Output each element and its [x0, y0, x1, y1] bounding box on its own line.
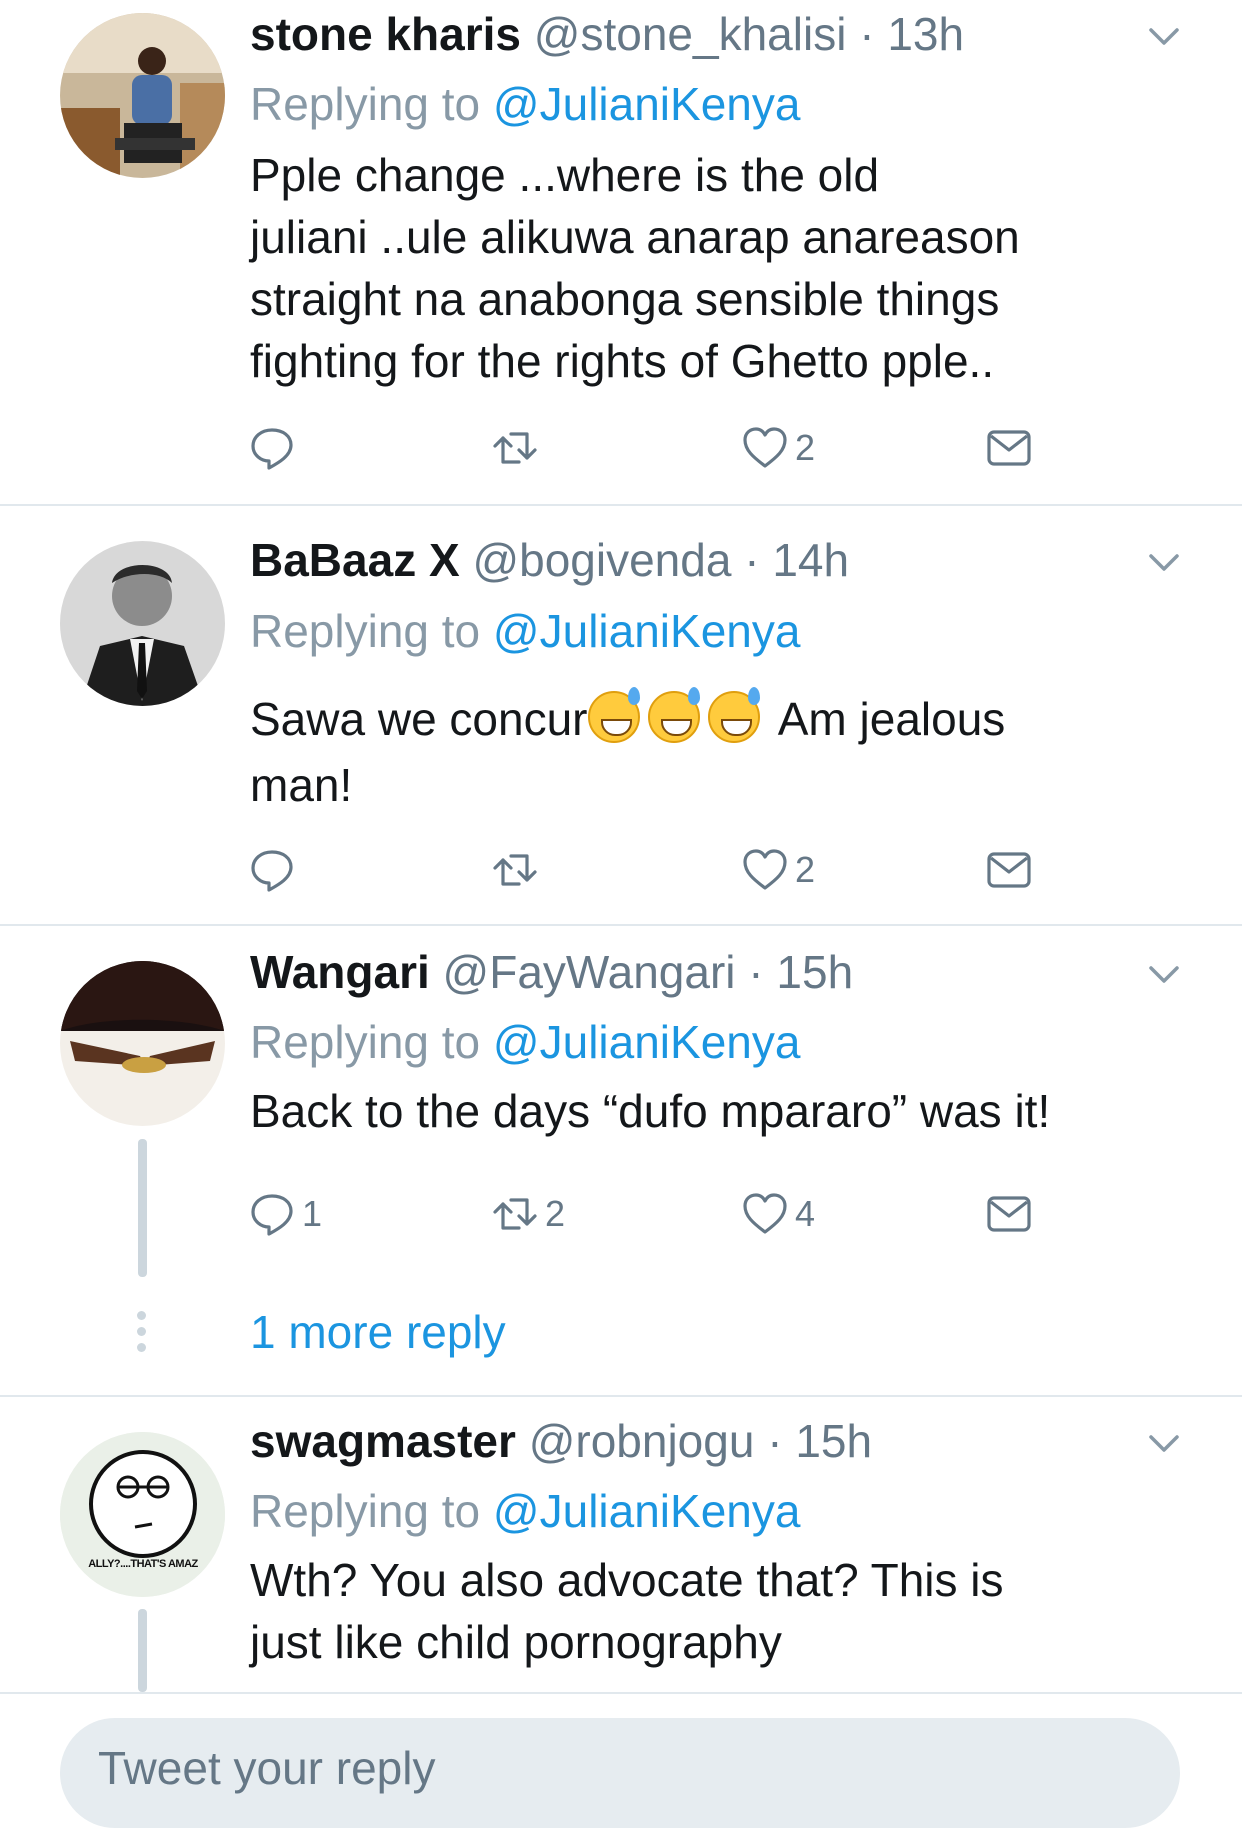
direct-message-button[interactable]: [985, 418, 1033, 478]
retweet-icon: [493, 1198, 537, 1230]
retweet-button[interactable]: [491, 418, 545, 478]
retweet-button[interactable]: 2: [491, 1184, 565, 1244]
tweet-1[interactable]: stone kharis @stone_khalisi · 13h Replyi…: [0, 0, 1242, 505]
display-name[interactable]: swagmaster: [250, 1415, 516, 1467]
like-button[interactable]: 2: [741, 418, 815, 478]
chevron-down-icon[interactable]: [1146, 544, 1182, 580]
tweet-text: Back to the days “dufo mpararo” was it!: [250, 1085, 1051, 1137]
display-name[interactable]: BaBaaz X: [250, 534, 460, 586]
like-icon: [743, 849, 787, 890]
tweet-header: stone kharis @stone_khalisi · 13h: [250, 8, 965, 60]
grinning-face-with-sweat-icon: [647, 687, 700, 743]
tweet-header: BaBaaz X @bogivenda · 14h: [250, 534, 850, 586]
timestamp[interactable]: 15h: [795, 1415, 872, 1467]
replying-to: Replying to @JulianiKenya: [250, 605, 801, 657]
user-handle[interactable]: @FayWangari: [443, 946, 736, 998]
avatar[interactable]: [60, 541, 225, 706]
grinning-face-with-sweat-icon: [587, 687, 640, 743]
tweet-text: Wth? You also advocate that? This is jus…: [250, 1554, 1004, 1668]
user-handle[interactable]: @robnjogu: [529, 1415, 755, 1467]
avatar[interactable]: ALLY?....THAT'S AMAZ: [60, 1432, 225, 1597]
tweet-2[interactable]: BaBaaz X @bogivenda · 14h Replying to @J…: [0, 506, 1242, 924]
mention-link[interactable]: @JulianiKenya: [493, 78, 801, 130]
reply-icon: [251, 850, 293, 892]
retweet-button[interactable]: [491, 840, 545, 900]
direct-message-icon: [987, 852, 1031, 888]
direct-message-icon: [987, 1196, 1031, 1232]
like-icon: [743, 1193, 787, 1234]
replying-to: Replying to @JulianiKenya: [250, 1485, 801, 1537]
more-replies-link[interactable]: 1 more reply: [250, 1302, 506, 1362]
reply-button[interactable]: 1: [248, 1184, 322, 1244]
mention-link[interactable]: @JulianiKenya: [493, 1016, 801, 1068]
timestamp[interactable]: 13h: [887, 8, 964, 60]
thread-line: [138, 1139, 147, 1277]
reply-icon: [251, 1194, 293, 1236]
reply-button[interactable]: [248, 840, 302, 900]
like-button[interactable]: 4: [741, 1184, 815, 1244]
reply-button[interactable]: [248, 418, 302, 478]
tweet-4[interactable]: ALLY?....THAT'S AMAZ swagmaster @robnjog…: [0, 1397, 1242, 1692]
timestamp[interactable]: 15h: [776, 946, 853, 998]
avatar[interactable]: [60, 961, 225, 1126]
direct-message-button[interactable]: [985, 1184, 1033, 1244]
direct-message-button[interactable]: [985, 840, 1033, 900]
reply-input[interactable]: Tweet your reply: [60, 1718, 1180, 1828]
timestamp[interactable]: 14h: [772, 534, 849, 586]
tweet-text: Pple change ...where is the old juliani …: [250, 149, 1020, 387]
direct-message-icon: [987, 430, 1031, 466]
like-icon: [743, 427, 787, 468]
tweet-text: Sawa we concur Am jealous man!: [250, 687, 1006, 811]
retweet-icon: [493, 854, 537, 886]
avatar[interactable]: [60, 13, 225, 178]
tweet-actions: 2: [248, 418, 1048, 478]
compose-bar: Tweet your reply: [0, 1692, 1242, 1828]
chevron-down-icon[interactable]: [1146, 956, 1182, 992]
grinning-face-with-sweat-icon: [707, 687, 760, 743]
tweet-header: Wangari @FayWangari · 15h: [250, 946, 854, 998]
tweet-actions: 2: [248, 840, 1048, 900]
avatar-caption: ALLY?....THAT'S AMAZ: [88, 1558, 198, 1570]
tweet-header: swagmaster @robnjogu · 15h: [250, 1415, 873, 1467]
retweet-icon: [493, 432, 537, 464]
display-name[interactable]: stone kharis: [250, 8, 521, 60]
mention-link[interactable]: @JulianiKenya: [493, 605, 801, 657]
user-handle[interactable]: @stone_khalisi: [534, 8, 847, 60]
like-button[interactable]: 2: [741, 840, 815, 900]
thread-line: [138, 1609, 147, 1692]
tweet-3[interactable]: Wangari @FayWangari · 15h Replying to @J…: [0, 926, 1242, 1396]
chevron-down-icon[interactable]: [1146, 18, 1182, 54]
tweet-actions: 1 2 4: [248, 1184, 1048, 1244]
more-replies-dots-icon: [135, 1311, 149, 1359]
display-name[interactable]: Wangari: [250, 946, 430, 998]
chevron-down-icon[interactable]: [1146, 1425, 1182, 1461]
reply-icon: [251, 428, 293, 470]
replying-to: Replying to @JulianiKenya: [250, 1016, 801, 1068]
user-handle[interactable]: @bogivenda: [472, 534, 731, 586]
mention-link[interactable]: @JulianiKenya: [493, 1485, 801, 1537]
replying-to: Replying to @JulianiKenya: [250, 78, 801, 130]
